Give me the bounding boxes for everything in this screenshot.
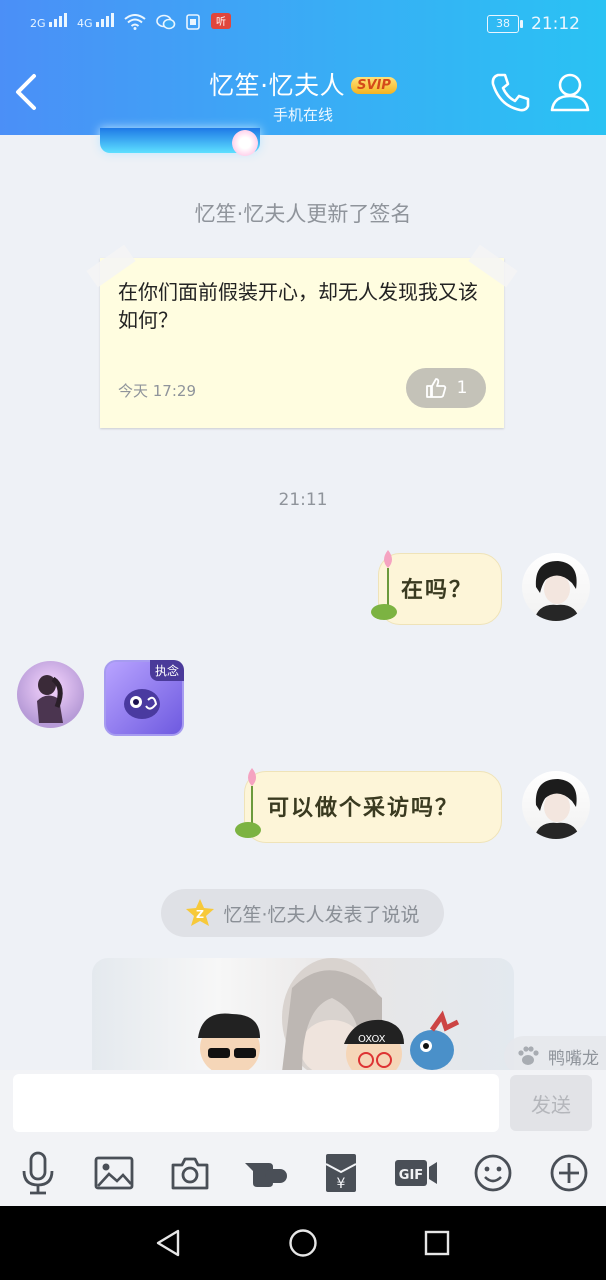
network-4g: 4G (77, 13, 115, 30)
mic-icon (22, 1151, 54, 1195)
poke-icon (245, 1163, 287, 1187)
like-count: 1 (456, 378, 468, 398)
qzone-notice-text: 忆笙·忆夫人发表了说说 (223, 903, 420, 926)
message-bubble-outgoing[interactable]: 可以做个采访吗？ (244, 771, 502, 843)
avatar-boy-image (534, 561, 580, 621)
nav-back-icon[interactable] (154, 1228, 182, 1258)
system-nav-bar (0, 1206, 606, 1280)
status-bar-right: 38 21:12 (487, 14, 580, 34)
voice-button[interactable] (15, 1150, 61, 1196)
svg-text:¥: ¥ (337, 1176, 346, 1192)
signature-card[interactable]: 在你们面前假装开心，却无人发现我又该如何？ 今天 17:29 1 (86, 244, 518, 428)
profile-icon[interactable] (548, 70, 592, 114)
network-2g: 2G (30, 13, 68, 30)
nav-home-icon[interactable] (288, 1228, 318, 1258)
lotus-decoration-icon (371, 550, 397, 620)
chat-title: 忆笙·忆夫人 (209, 71, 346, 100)
emoji-button[interactable] (470, 1150, 516, 1196)
red-packet-button[interactable]: ¥ (318, 1150, 364, 1196)
contact-avatar[interactable] (17, 661, 84, 728)
image-button[interactable] (91, 1150, 137, 1196)
flower-decoration (232, 130, 258, 156)
sticker-message[interactable]: 执念 (104, 660, 184, 736)
gif-button[interactable]: GIF (393, 1150, 439, 1196)
message-text: 在吗？ (401, 577, 474, 603)
lotus-decoration-icon (235, 768, 261, 838)
qzone-star-icon: Z (186, 899, 215, 926)
camera-icon (171, 1157, 209, 1190)
svg-text:OXOX: OXOX (358, 1034, 386, 1045)
listen-app-icon: 听 (211, 13, 232, 29)
camera-button[interactable] (167, 1150, 213, 1196)
plus-icon (550, 1154, 588, 1192)
status-bar-left: 2G 4G 听 (30, 12, 232, 30)
svg-text:听: 听 (216, 16, 226, 28)
emoji-icon (474, 1154, 512, 1192)
app-icon (186, 14, 200, 30)
sticker-image (124, 689, 160, 719)
qzone-notice[interactable]: Z 忆笙·忆夫人发表了说说 (161, 889, 444, 937)
paw-icon (518, 1046, 539, 1065)
nav-recents-icon[interactable] (424, 1230, 450, 1256)
sticker-label: 执念 (149, 660, 184, 681)
message-text: 可以做个采访吗？ (267, 795, 460, 821)
gif-icon: GIF (395, 1160, 437, 1186)
clock: 21:12 (531, 14, 580, 34)
svg-text:GIF: GIF (399, 1168, 423, 1183)
message-timestamp: 21:11 (278, 490, 328, 510)
avatar-girl-image (37, 675, 63, 723)
signature-notice: 忆笙·忆夫人更新了签名 (194, 202, 412, 226)
red-packet-icon: ¥ (325, 1154, 357, 1192)
wechat-icon (156, 14, 176, 30)
qzone-post-image[interactable]: OXOX (92, 958, 514, 1072)
thumbs-up-icon (425, 378, 446, 398)
cartoon-boy (198, 1013, 260, 1072)
post-photo: OXOX (198, 958, 460, 1072)
poke-button[interactable] (243, 1150, 289, 1196)
battery-icon: 38 (487, 15, 523, 33)
my-avatar[interactable] (522, 771, 590, 839)
svip-badge: SVIP (351, 77, 397, 94)
send-button[interactable]: 发送 (510, 1075, 592, 1131)
signature-text: 在你们面前假装开心，却无人发现我又该如何？ (118, 280, 478, 332)
my-avatar[interactable] (522, 553, 590, 621)
like-button[interactable]: 1 (406, 368, 486, 408)
phone-icon[interactable] (488, 70, 532, 114)
avatar-boy-image (534, 779, 580, 839)
cartoon-dino (410, 1010, 460, 1070)
ai-assistant-label: 鸭嘴龙 (548, 1048, 599, 1069)
svg-text:Z: Z (196, 908, 204, 921)
signature-time: 今天 17:29 (118, 382, 196, 400)
more-button[interactable] (546, 1150, 592, 1196)
message-input[interactable] (13, 1074, 499, 1132)
image-icon (94, 1156, 134, 1190)
wifi-icon (124, 14, 146, 30)
